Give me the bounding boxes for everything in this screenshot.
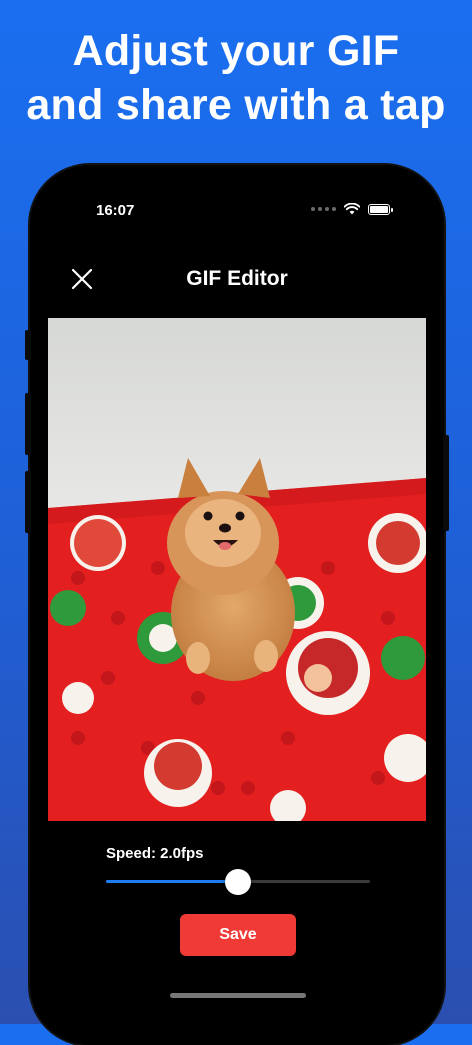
- battery-icon: [368, 203, 393, 215]
- promo-headline: Adjust your GIF and share with a tap: [0, 24, 472, 132]
- headline-line-1: Adjust your GIF: [72, 27, 400, 75]
- side-button-mute: [25, 330, 31, 360]
- wifi-icon: [344, 203, 360, 215]
- gif-preview-image: [48, 318, 426, 821]
- side-button-volume-up: [25, 393, 31, 455]
- headline-line-2: and share with a tap: [26, 81, 446, 129]
- home-indicator: [170, 993, 306, 998]
- status-icons: [311, 203, 393, 215]
- page-title: GIF Editor: [186, 267, 288, 290]
- speed-label: Speed: 2.0fps: [106, 845, 204, 862]
- slider-fill: [106, 880, 238, 883]
- phone-frame: 16:07 GIF Editor Speed: 2.0fps Save: [25, 165, 449, 1045]
- slider-thumb[interactable]: [225, 869, 251, 895]
- save-button[interactable]: Save: [180, 914, 296, 956]
- status-time: 16:07: [96, 202, 135, 219]
- side-button-power: [443, 435, 449, 531]
- speed-slider[interactable]: [106, 869, 370, 895]
- side-button-volume-down: [25, 471, 31, 533]
- signal-dots-icon: [311, 207, 336, 211]
